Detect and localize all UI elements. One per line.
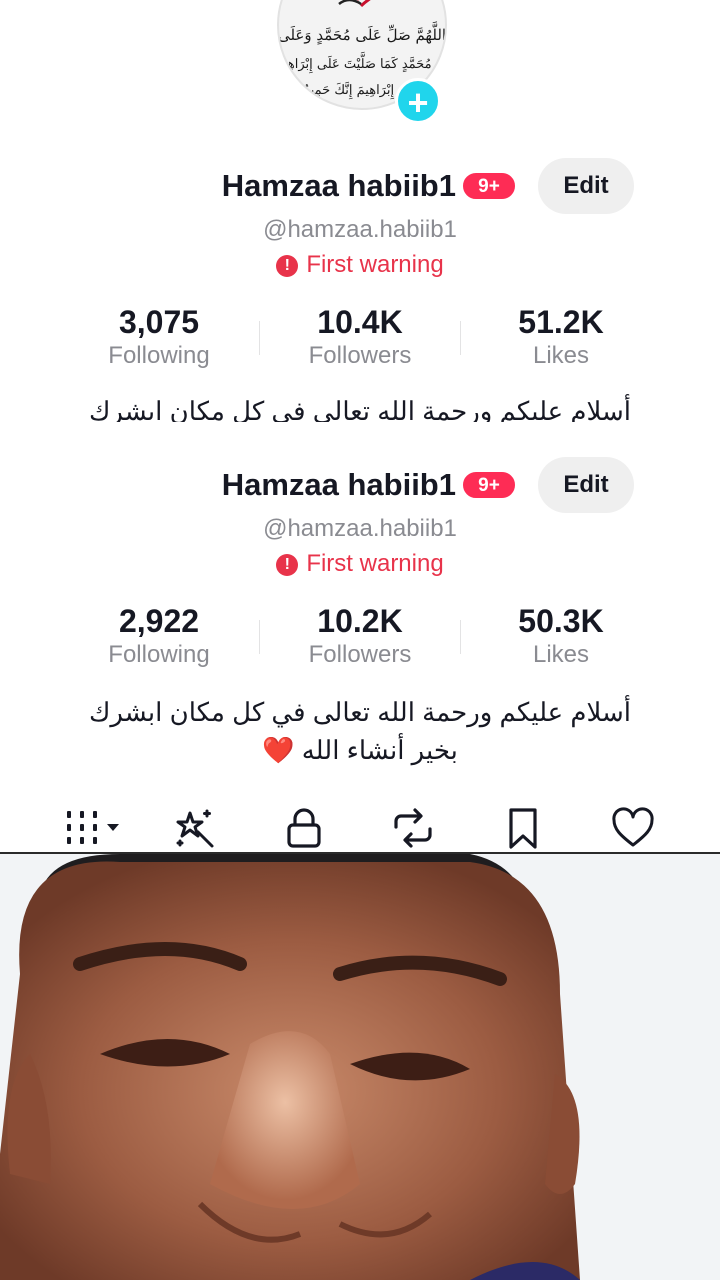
username-handle: @hamzaa.habiib1 [263,515,457,542]
profile-bio-line-2: بخير أنشاء الله ❤️ [262,735,458,765]
plus-icon: + [407,82,429,123]
name-row: Hamzaa habiib1 9+ Edit [0,457,720,513]
svg-text:اللَّهُمَّ صَلِّ عَلَى مُحَمَّ: اللَّهُمَّ صَلِّ عَلَى مُحَمَّدٍ وَعَلَى [279,22,445,45]
edit-profile-button[interactable]: Edit [538,158,634,214]
bookmark-icon [509,808,537,849]
sparkle-effects-icon [176,809,214,848]
following-label: Following [108,641,210,668]
tab-reposts[interactable] [390,805,436,851]
tab-private[interactable] [281,805,327,851]
notification-badge[interactable]: 9+ [461,470,517,500]
alert-icon: ! [276,554,299,576]
tab-liked[interactable] [610,805,656,851]
alert-icon: ! [276,255,299,277]
notification-badge[interactable]: 9+ [461,171,517,201]
selfie-photo [0,854,720,1280]
likes-count: 50.3K [518,603,604,639]
following-count: 3,075 [118,304,200,340]
followers-label: Followers [308,342,412,369]
stat-following[interactable]: 2,922 Following [59,602,259,670]
stats-row: 2,922 Following 10.2K Followers 50.3K Li… [0,602,720,676]
stats-row: 3,075 Following 10.4K Followers 51.2K Li… [0,303,720,377]
stat-followers[interactable]: 10.2K Followers [260,602,460,670]
likes-label: Likes [532,641,590,668]
stat-following[interactable]: 3,075 Following [59,303,259,371]
profile-bio-line-1: أسلام عليكم ورحمة الله تعالى في كل مكان … [88,697,632,727]
tab-effects[interactable] [172,805,218,851]
repost-icon [394,808,432,848]
likes-count: 51.2K [518,304,604,340]
account-warning[interactable]: ! First warning [0,550,720,578]
following-label: Following [108,342,210,369]
likes-label: Likes [532,342,590,369]
stat-followers[interactable]: 10.4K Followers [260,303,460,371]
edit-profile-button[interactable]: Edit [538,457,634,513]
name-row: Hamzaa habiib1 9+ Edit [0,158,720,214]
tab-favorites[interactable] [500,805,546,851]
selfie-face-image [0,854,720,1280]
username-handle: @hamzaa.habiib1 [263,216,457,243]
account-warning[interactable]: ! First warning [0,251,720,279]
following-count: 2,922 [118,603,200,639]
stat-likes[interactable]: 50.3K Likes [461,602,661,670]
stat-likes[interactable]: 51.2K Likes [461,303,661,371]
display-name: Hamzaa habiib1 [221,467,456,502]
svg-text:آلِ مُحَمَّدٍ كَمَا صَلَّيْتَ: آلِ مُحَمَّدٍ كَمَا صَلَّيْتَ عَلَى إِبْ… [279,51,445,73]
add-story-button[interactable]: + [395,78,441,124]
profile-header-previous: Hamzaa habiib1 9+ Edit @hamzaa.habiib1 !… [0,457,720,732]
warning-label: First warning [306,251,444,278]
content-tabs [0,800,720,852]
display-name: Hamzaa habiib1 [221,168,456,203]
grid-dropdown-icon [67,811,119,844]
heart-icon [612,807,654,847]
followers-count: 10.4K [317,304,403,340]
svg-text:إِبْرَاهِيمَ إِنَّكَ حَمِيدٌ: إِبْرَاهِيمَ إِنَّكَ حَمِيدٌ [304,81,395,100]
warning-label: First warning [306,550,444,577]
lock-icon [287,808,321,848]
followers-label: Followers [308,641,412,668]
tab-videos[interactable] [64,805,126,851]
profile-bio: أسلام عليكم ورحمة الله تعالى فى كل مكان … [88,396,632,422]
followers-count: 10.2K [317,603,403,639]
